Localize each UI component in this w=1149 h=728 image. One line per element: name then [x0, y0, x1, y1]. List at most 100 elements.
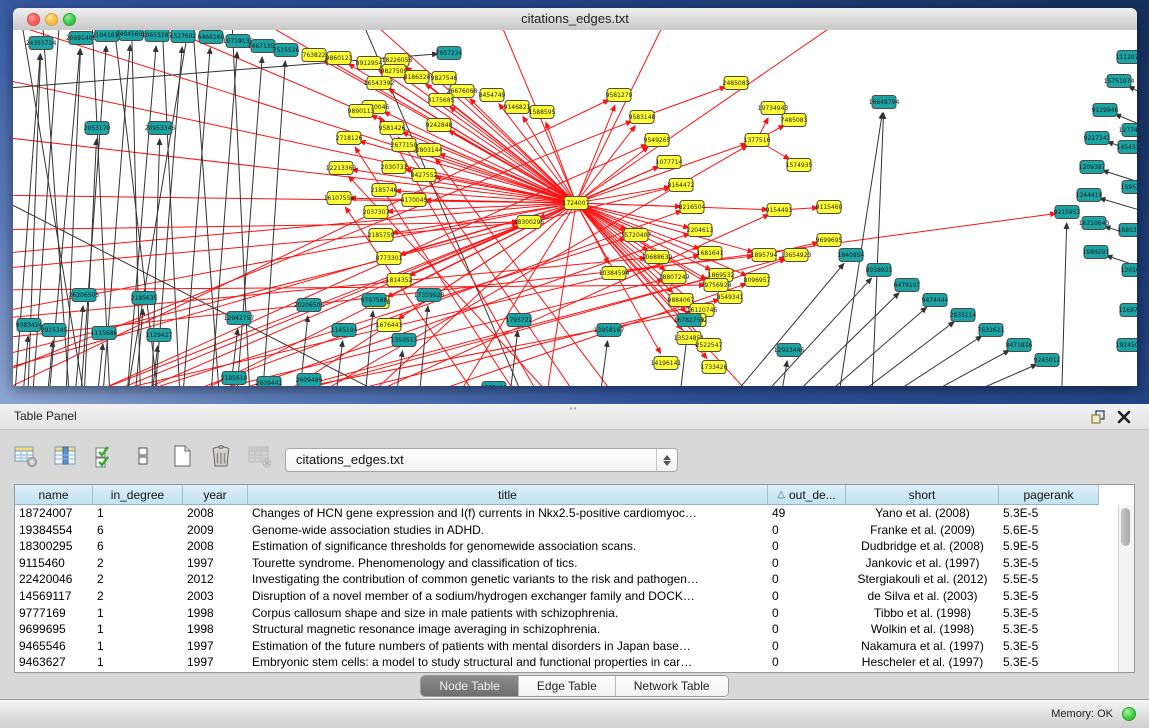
cell-short[interactable]: Franke et al. (2009) [846, 522, 999, 539]
new-table-icon[interactable] [168, 442, 196, 470]
network-node[interactable]: 1574935 [786, 159, 813, 172]
cell-title[interactable]: Changes of HCN gene expression and I(f) … [248, 505, 768, 522]
cell-short[interactable]: Stergiakouli et al. (2012) [846, 571, 999, 588]
table-settings-icon[interactable] [12, 442, 40, 470]
cell-short[interactable]: Yano et al. (2008) [846, 505, 999, 522]
citation-edge-black[interactable] [65, 49, 81, 386]
cell-in_degree[interactable]: 6 [93, 538, 183, 555]
network-node[interactable]: 8471826 [1006, 339, 1033, 352]
float-window-icon[interactable] [1089, 408, 1107, 426]
network-node[interactable]: 7957224 [436, 47, 463, 60]
cell-title[interactable]: Embryonic stem cells: a model to study s… [248, 654, 768, 671]
network-node[interactable]: 20953346 [145, 122, 176, 135]
network-node[interactable]: 10384594 [599, 267, 630, 280]
network-node[interactable]: 2037307 [363, 206, 390, 219]
network-node[interactable]: 9583148 [629, 111, 656, 124]
citation-edge-black[interactable] [231, 30, 251, 386]
cell-in_degree[interactable]: 1 [93, 638, 183, 655]
table-row[interactable]: 1830029562008Estimation of significance … [15, 538, 1134, 555]
network-node[interactable]: 2803144 [416, 144, 443, 157]
cell-short[interactable]: Wolkin et al. (1998) [846, 621, 999, 638]
network-node[interactable]: 26206505 [69, 289, 100, 302]
table-row[interactable]: 977716911998Corpus callosum shape and si… [15, 605, 1134, 622]
network-node[interactable]: 2485083 [723, 77, 750, 90]
network-node[interactable]: 13654923 [781, 249, 812, 262]
cell-pagerank[interactable]: 5.5E-5 [999, 571, 1099, 588]
column-header-short[interactable]: short [846, 485, 999, 505]
cell-name[interactable]: 9699695 [15, 621, 93, 638]
network-node[interactable]: 14196141 [651, 357, 682, 370]
network-node[interactable]: 9154491 [766, 204, 793, 217]
citation-edge-black[interactable] [181, 48, 210, 386]
column-header-pagerank[interactable]: pagerank [999, 485, 1099, 505]
network-node[interactable]: 1454339 [1117, 141, 1137, 154]
network-node[interactable]: 9581279 [606, 89, 633, 102]
network-node[interactable]: 1595340 [1121, 181, 1137, 194]
network-node[interactable]: 9383424 [16, 319, 43, 332]
cell-pagerank[interactable]: 5.3E-5 [999, 505, 1099, 522]
cell-in_degree[interactable]: 2 [93, 555, 183, 572]
network-node[interactable]: 9699695 [816, 234, 843, 247]
tab-network-table[interactable]: Network Table [616, 676, 728, 696]
network-node[interactable]: 1209387 [1079, 161, 1106, 174]
cell-in_degree[interactable]: 6 [93, 522, 183, 539]
citation-edge-red[interactable] [402, 132, 576, 203]
table-selector-dropdown[interactable]: citations_edges.txt [285, 448, 678, 472]
cell-pagerank[interactable]: 5.3E-5 [999, 638, 1099, 655]
network-node[interactable]: 1840954 [838, 249, 865, 262]
cell-out_de[interactable]: 0 [768, 605, 846, 622]
network-node[interactable]: 12923446 [774, 344, 805, 357]
column-header-name[interactable]: name [15, 485, 93, 505]
cell-pagerank[interactable]: 5.9E-5 [999, 538, 1099, 555]
cell-year[interactable]: 2003 [183, 588, 248, 605]
citation-edge-black[interactable] [825, 322, 954, 386]
citation-edge-black[interactable] [191, 30, 221, 386]
network-node[interactable]: 1989291 [1083, 246, 1110, 259]
cell-in_degree[interactable]: 1 [93, 505, 183, 522]
network-node[interactable]: 10688639 [642, 251, 673, 264]
network-window[interactable]: citations_edges.txt 24355724206914062104… [13, 8, 1137, 386]
network-node[interactable]: 7515526 [273, 44, 300, 57]
network-node[interactable]: 1145194 [331, 324, 358, 337]
network-node[interactable]: 1077714 [656, 156, 683, 169]
network-node[interactable]: 1895794 [751, 249, 778, 262]
tab-edge-table[interactable]: Edge Table [519, 676, 616, 696]
network-node[interactable]: 9215953 [1054, 206, 1081, 219]
citation-edge-red[interactable] [642, 87, 726, 117]
network-node[interactable]: 2185635 [131, 292, 158, 305]
citation-edge-red[interactable] [43, 203, 576, 386]
cell-year[interactable]: 2012 [183, 571, 248, 588]
citation-edge-black[interactable] [871, 113, 884, 386]
cell-name[interactable]: 9463627 [15, 654, 93, 671]
network-node[interactable]: 1733426 [701, 361, 728, 374]
cell-out_de[interactable]: 0 [768, 621, 846, 638]
citation-edge-black[interactable] [209, 52, 237, 386]
network-node[interactable]: 9890113 [348, 105, 375, 118]
network-node[interactable]: 16107554 [324, 192, 355, 205]
network-node[interactable]: 2718126 [336, 132, 363, 145]
cell-name[interactable]: 9115460 [15, 555, 93, 572]
cell-out_de[interactable]: 0 [768, 571, 846, 588]
network-node[interactable]: 1676441 [376, 319, 403, 332]
split-pane-handle-icon[interactable] [567, 405, 579, 412]
network-node[interactable]: 1814352 [386, 274, 413, 287]
network-node[interactable]: 8938923 [866, 264, 893, 277]
cell-year[interactable]: 1997 [183, 555, 248, 572]
network-node[interactable]: 18807249 [659, 271, 690, 284]
network-node[interactable]: 6479197 [894, 279, 921, 292]
network-node[interactable]: 9860123 [326, 52, 353, 65]
network-node[interactable]: 9581426 [379, 122, 406, 135]
network-node[interactable]: 12213363 [326, 162, 357, 175]
cell-title[interactable]: Investigating the contribution of common… [248, 571, 768, 588]
citation-network-graph[interactable]: 2435572420691406210416172404560310653287… [13, 30, 1137, 386]
network-node[interactable]: 763822 [302, 49, 326, 62]
cell-short[interactable]: de Silva et al. (2003) [846, 588, 999, 605]
network-node[interactable]: 8186328 [404, 71, 431, 84]
column-header-year[interactable]: year [183, 485, 248, 505]
table-body[interactable]: 1872400712008Changes of HCN gene express… [15, 505, 1134, 671]
network-node[interactable]: 2935114 [950, 309, 977, 322]
table-row[interactable]: 969969511998Structural magnetic resonanc… [15, 621, 1134, 638]
cell-in_degree[interactable]: 2 [93, 571, 183, 588]
table-row[interactable]: 946362711997Embryonic stem cells: a mode… [15, 654, 1134, 671]
citation-edge-black[interactable] [713, 263, 844, 386]
